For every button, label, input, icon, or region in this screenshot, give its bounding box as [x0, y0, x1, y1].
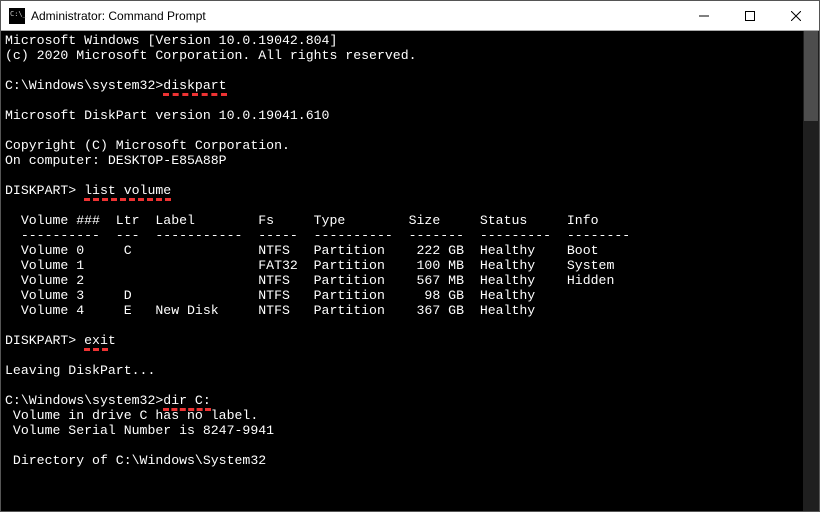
highlighted-command: list volume: [84, 183, 171, 198]
highlighted-command: exit: [84, 333, 116, 348]
line: Leaving DiskPart...: [5, 363, 155, 378]
minimize-button[interactable]: [681, 1, 727, 31]
window-title: Administrator: Command Prompt: [31, 9, 206, 23]
table-row: Volume 3 D NTFS Partition 98 GB Healthy: [5, 288, 535, 303]
table-header: Volume ### Ltr Label Fs Type Size Status…: [5, 213, 599, 228]
line: Volume in drive C has no label.: [5, 408, 258, 423]
line: Microsoft Windows [Version 10.0.19042.80…: [5, 33, 337, 48]
highlighted-command: dir C:: [163, 393, 210, 408]
close-button[interactable]: [773, 1, 819, 31]
table-row: Volume 2 NTFS Partition 567 MB Healthy H…: [5, 273, 614, 288]
prompt: C:\Windows\system32>: [5, 393, 163, 408]
table-row: Volume 0 C NTFS Partition 222 GB Healthy…: [5, 243, 599, 258]
highlighted-command: diskpart: [163, 78, 226, 93]
client-area: Microsoft Windows [Version 10.0.19042.80…: [1, 31, 819, 511]
maximize-icon: [745, 11, 755, 21]
prompt: C:\Windows\system32>: [5, 78, 163, 93]
titlebar[interactable]: Administrator: Command Prompt: [1, 1, 819, 31]
table-row: Volume 4 E New Disk NTFS Partition 367 G…: [5, 303, 535, 318]
close-icon: [791, 11, 801, 21]
terminal-output[interactable]: Microsoft Windows [Version 10.0.19042.80…: [1, 31, 803, 511]
prompt: DISKPART>: [5, 333, 84, 348]
vertical-scrollbar[interactable]: [803, 31, 819, 511]
line: On computer: DESKTOP-E85A88P: [5, 153, 227, 168]
window-frame: Administrator: Command Prompt Microsoft …: [0, 0, 820, 512]
cmd-icon: [9, 8, 25, 24]
table-row: Volume 1 FAT32 Partition 100 MB Healthy …: [5, 258, 614, 273]
line: Microsoft DiskPart version 10.0.19041.61…: [5, 108, 329, 123]
line: (c) 2020 Microsoft Corporation. All righ…: [5, 48, 417, 63]
minimize-icon: [699, 11, 709, 21]
table-rule: ---------- --- ----------- ----- -------…: [5, 228, 630, 243]
line: Volume Serial Number is 8247-9941: [5, 423, 274, 438]
line: Copyright (C) Microsoft Corporation.: [5, 138, 290, 153]
line: Directory of C:\Windows\System32: [5, 453, 266, 468]
maximize-button[interactable]: [727, 1, 773, 31]
prompt: DISKPART>: [5, 183, 84, 198]
scrollbar-thumb[interactable]: [804, 31, 818, 121]
